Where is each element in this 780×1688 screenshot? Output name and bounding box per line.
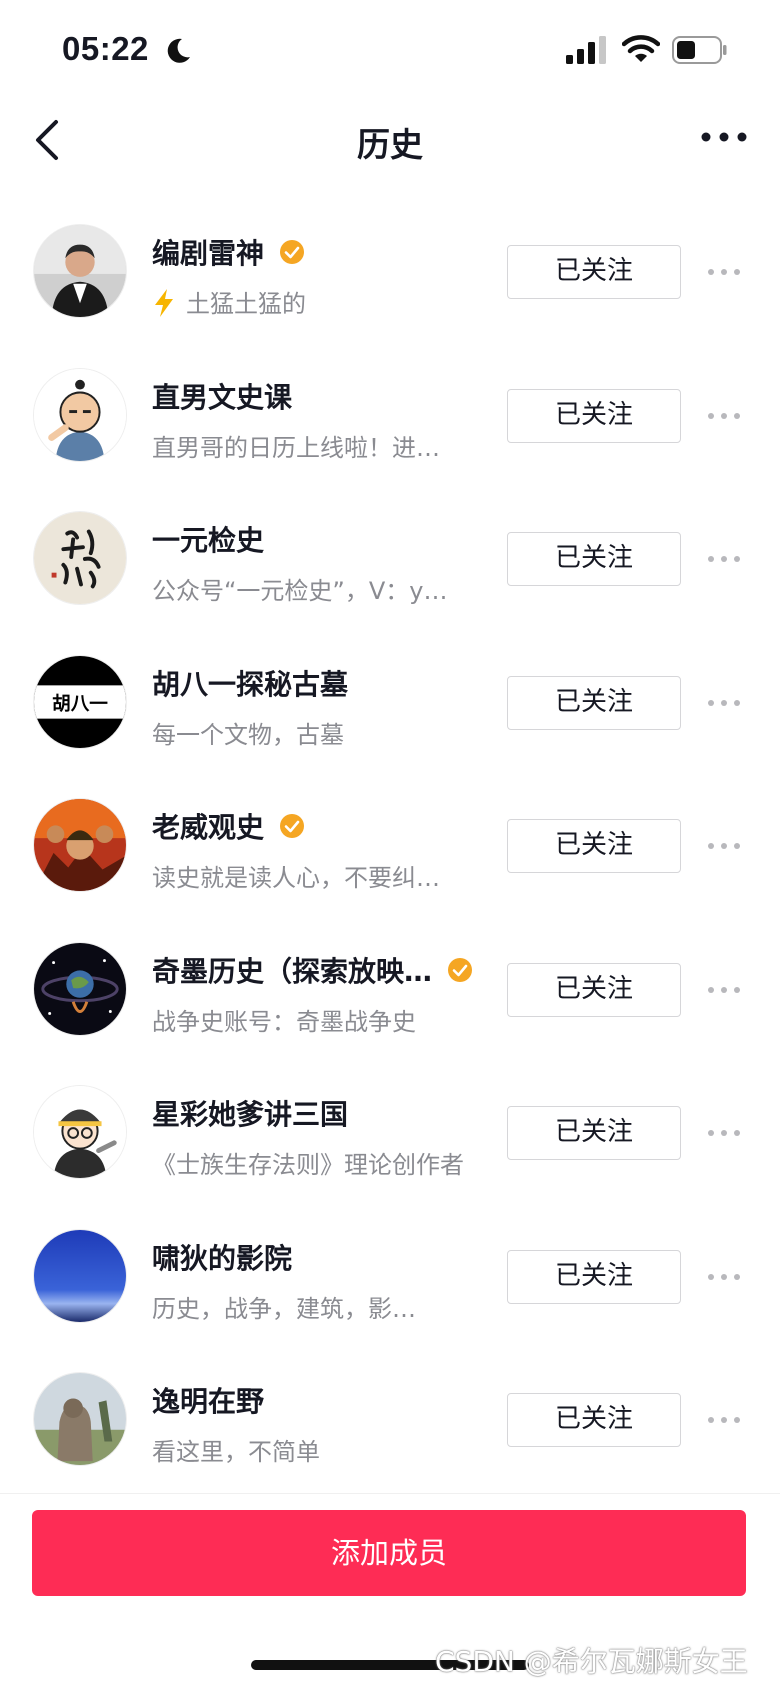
member-name: 胡八一探秘古墓 — [152, 667, 349, 701]
status-time: 05:22 — [62, 30, 149, 67]
member-description: 看这里，不简单 — [152, 1438, 320, 1466]
page-title: 历史 — [357, 125, 423, 164]
signal-icon — [566, 36, 606, 64]
row-more-icon[interactable] — [706, 1410, 742, 1430]
avatar[interactable] — [33, 1228, 127, 1323]
member-name: 啸狄的影院 — [152, 1241, 293, 1275]
list-item[interactable]: 啸狄的影院 历史，战争，建筑，影… 已关注 — [0, 1205, 780, 1349]
avatar[interactable] — [33, 367, 127, 462]
row-more-icon[interactable] — [706, 549, 742, 569]
member-name: 一元检史 — [152, 524, 265, 557]
avatar[interactable] — [33, 1372, 127, 1466]
verified-icon — [448, 957, 473, 982]
member-name: 星彩她爹讲三国 — [152, 1098, 349, 1131]
following-button[interactable]: 已关注 — [507, 1393, 681, 1447]
lightning-icon — [155, 289, 173, 317]
row-more-icon[interactable] — [706, 693, 742, 713]
member-list: 编剧雷神 土猛土猛的 已关注 直男文史课 直男哥的日历上线啦！进… 已关注 一元… — [0, 200, 780, 1492]
list-item[interactable]: 直男文史课 直男哥的日历上线啦！进… 已关注 — [0, 344, 780, 488]
battery-icon — [672, 36, 727, 64]
avatar[interactable] — [33, 798, 127, 892]
member-name: 逸明在野 — [152, 1385, 265, 1418]
avatar[interactable] — [33, 1085, 127, 1179]
status-bar: 05:22 — [0, 0, 780, 100]
row-more-icon[interactable] — [706, 980, 742, 1000]
member-description: 《士族生存法则》理论创作者 — [152, 1151, 464, 1179]
avatar[interactable] — [33, 941, 127, 1036]
following-button[interactable]: 已关注 — [507, 388, 681, 443]
avatar[interactable] — [33, 511, 127, 605]
nav-bar: 历史 — [0, 100, 780, 180]
following-button[interactable]: 已关注 — [507, 532, 681, 586]
list-item[interactable]: 编剧雷神 土猛土猛的 已关注 — [0, 200, 780, 344]
member-description: 每一个文物，古墓 — [152, 720, 344, 749]
row-more-icon[interactable] — [706, 1267, 742, 1287]
list-item[interactable]: 一元检史 公众号“一元检史”，V：y… 已关注 — [0, 487, 780, 631]
more-options-icon[interactable] — [700, 122, 748, 152]
member-name: 奇墨历史（探索放映… — [152, 954, 433, 988]
member-name: 直男文史课 — [152, 380, 293, 414]
member-name: 老威观史 — [152, 811, 265, 844]
row-more-icon[interactable] — [706, 406, 742, 426]
following-button[interactable]: 已关注 — [507, 1249, 681, 1304]
watermark: CSDN @希尔瓦娜斯女王 — [435, 1645, 748, 1678]
following-button[interactable]: 已关注 — [507, 1106, 681, 1160]
add-member-button[interactable]: 添加成员 — [32, 1510, 746, 1596]
moon-icon — [167, 38, 190, 63]
row-more-icon[interactable] — [706, 1123, 742, 1143]
list-item[interactable]: 逸明在野 看这里，不简单 已关注 — [0, 1348, 780, 1492]
member-name: 编剧雷神 — [152, 237, 265, 270]
member-description: 历史，战争，建筑，影… — [152, 1294, 416, 1323]
member-description: 战争史账号：奇墨战争史 — [152, 1007, 416, 1036]
member-description: 直男哥的日历上线啦！进… — [152, 433, 440, 462]
member-description: 公众号“一元检史”，V：y… — [152, 577, 448, 605]
member-description: 读史就是读人心，不要纠… — [152, 864, 440, 892]
list-item[interactable]: 老威观史 读史就是读人心，不要纠… 已关注 — [0, 774, 780, 918]
following-button[interactable]: 已关注 — [507, 819, 681, 873]
avatar[interactable] — [33, 224, 127, 318]
footer-divider — [0, 1493, 780, 1494]
list-item[interactable]: 星彩她爹讲三国 《士族生存法则》理论创作者 已关注 — [0, 1061, 780, 1205]
member-description: 土猛土猛的 — [186, 290, 306, 318]
following-button[interactable]: 已关注 — [507, 675, 681, 730]
wifi-icon — [622, 35, 660, 62]
following-button[interactable]: 已关注 — [507, 245, 681, 299]
row-more-icon[interactable] — [706, 836, 742, 856]
verified-icon — [280, 814, 305, 838]
list-item[interactable]: 胡八一 胡八一探秘古墓 每一个文物，古墓 已关注 — [0, 631, 780, 775]
verified-icon — [280, 240, 305, 264]
row-more-icon[interactable] — [706, 262, 742, 282]
avatar-text: 胡八一 — [52, 692, 108, 714]
following-button[interactable]: 已关注 — [507, 962, 681, 1017]
avatar[interactable]: 胡八一 — [33, 654, 127, 749]
list-item[interactable]: 奇墨历史（探索放映… 战争史账号：奇墨战争史 已关注 — [0, 918, 780, 1062]
